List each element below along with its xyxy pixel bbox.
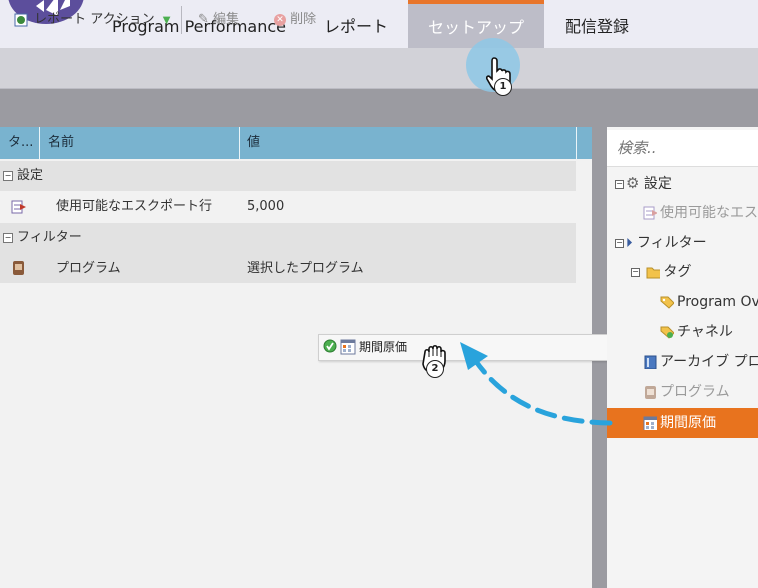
tree-node-label: フィルター [636, 235, 707, 251]
report-actions-icon [14, 13, 28, 26]
tree-node-label: チャネル [677, 324, 733, 340]
tree-node-archive-program[interactable]: アーカイブ プロ [643, 347, 758, 377]
tree-search [607, 130, 758, 167]
table-row[interactable]: 使用可能なエスクポート行 5,000 [0, 191, 576, 223]
tree-node-label: 期間原価 [660, 415, 716, 431]
program-icon [645, 386, 656, 399]
tree-node-settings[interactable]: − ⚙ 設定 [615, 168, 672, 198]
delete-label: 削除 [290, 12, 317, 27]
period-cost-icon [340, 339, 356, 355]
program-icon [13, 261, 24, 275]
toolbar-band [0, 89, 758, 127]
row-value[interactable]: 選択したプログラム [247, 253, 364, 285]
tree-node-label: プログラム [660, 384, 730, 400]
tree-node-channel[interactable]: チャネル [660, 317, 733, 347]
group-label: 設定 [17, 168, 44, 183]
export-rows-icon [643, 206, 657, 220]
group-settings[interactable]: − 設定 [0, 161, 576, 191]
row-value[interactable]: 5,000 [247, 191, 284, 223]
hand-cursor-icon: 1 [485, 56, 526, 96]
table-row[interactable]: プログラム 選択したプログラム [0, 253, 576, 283]
collapse-toggle-icon[interactable]: − [615, 179, 624, 189]
tree-node-program-owner[interactable]: Program Ov [660, 287, 758, 317]
group-label: フィルター [17, 230, 82, 245]
toolbar [0, 48, 758, 89]
toolbar-divider [181, 6, 182, 34]
tree-node-export-rows[interactable]: 使用可能なエス [643, 198, 758, 228]
column-divider [39, 127, 40, 159]
gear-icon: ⚙ [626, 174, 640, 192]
step-badge: 1 [494, 78, 512, 96]
edit-button[interactable]: ✎ 編集 [198, 0, 239, 40]
tree-node-label: Program Ov [677, 294, 758, 310]
chevron-down-icon: ▼ [162, 15, 171, 26]
channel-icon [660, 326, 674, 339]
tab-subscriptions[interactable]: 配信登録 [552, 0, 642, 48]
column-header-value[interactable]: 値 [247, 127, 260, 159]
export-rows-icon [11, 200, 26, 214]
collapse-toggle-icon[interactable]: − [3, 232, 13, 243]
check-icon [323, 339, 337, 353]
edit-label: 編集 [213, 12, 240, 27]
column-header-type[interactable]: タ... [8, 127, 33, 159]
filter-icon: ⏵ [626, 236, 633, 251]
search-input[interactable] [607, 130, 758, 166]
delete-button[interactable]: ✕ 削除 [274, 0, 316, 40]
tab-setup[interactable]: セットアップ [408, 0, 544, 48]
period-cost-icon [643, 416, 657, 430]
grab-cursor-icon: 2 [420, 342, 460, 382]
step-badge: 2 [426, 360, 444, 378]
tree-node-label: 使用可能なエス [660, 205, 758, 221]
row-name: プログラム [56, 261, 121, 276]
folder-icon [646, 267, 661, 279]
tree-node-filters[interactable]: − ⏵ フィルター [615, 228, 707, 258]
tag-icon [660, 296, 674, 309]
drag-direction-arrow [460, 342, 613, 426]
tree-node-label: タグ [663, 264, 692, 280]
collapse-toggle-icon[interactable]: − [3, 170, 13, 181]
delete-icon: ✕ [274, 13, 286, 26]
archive-icon [644, 355, 657, 369]
tab-reports[interactable]: レポート [310, 0, 402, 48]
collapse-toggle-icon[interactable]: − [615, 238, 624, 248]
drag-ghost-label: 期間原価 [359, 340, 408, 354]
tree-node-tags[interactable]: − タグ [631, 257, 691, 287]
column-header-name[interactable]: 名前 [48, 127, 74, 159]
tree-node-label: アーカイブ プロ [660, 354, 758, 370]
tree-node-program[interactable]: プログラム [643, 377, 730, 407]
row-name: 使用可能なエスクポート行 [56, 199, 213, 214]
tree-node-label: 設定 [643, 176, 672, 192]
column-divider [576, 127, 577, 159]
pencil-icon: ✎ [198, 12, 209, 27]
report-actions-menu[interactable]: レポート アクション ▼ [14, 0, 170, 40]
collapse-toggle-icon[interactable]: − [631, 267, 640, 277]
group-filters[interactable]: − フィルター [0, 223, 576, 253]
grid-header [0, 127, 592, 159]
report-actions-label: レポート アクション [34, 12, 155, 27]
column-divider [239, 127, 240, 159]
